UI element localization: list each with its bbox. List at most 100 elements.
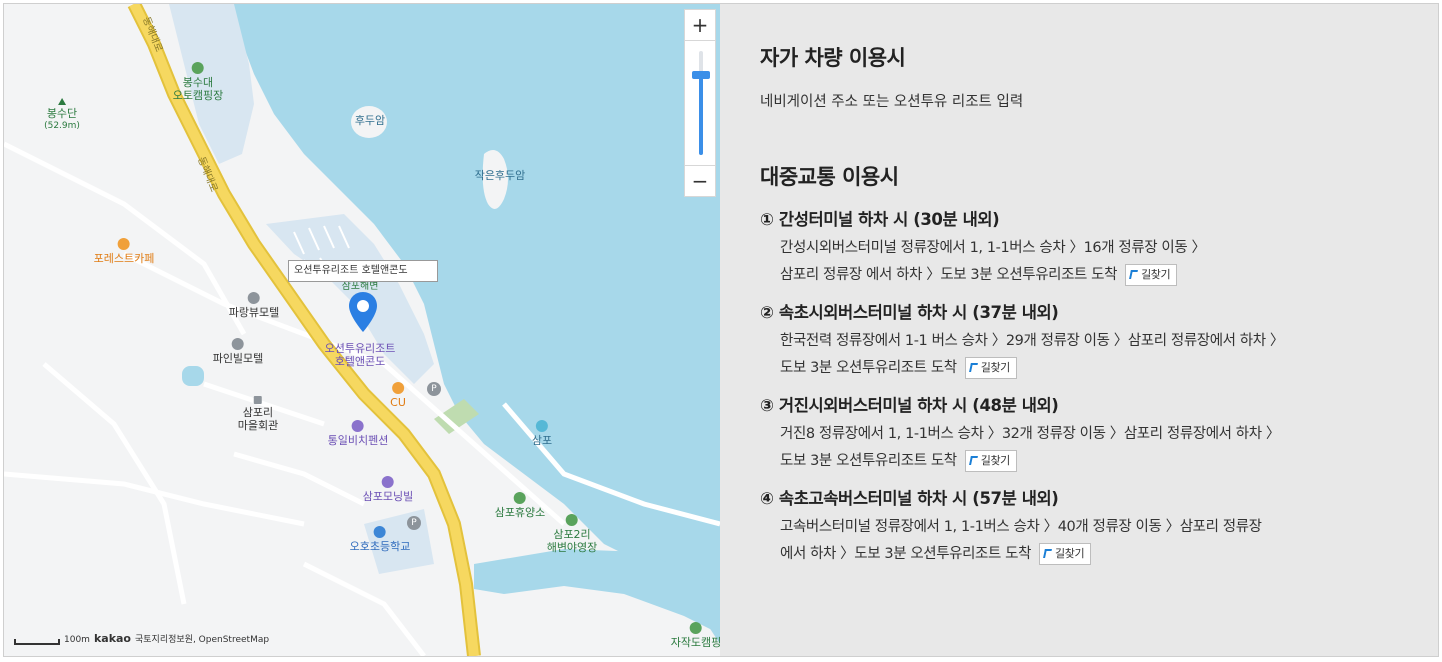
zoom-slider[interactable]: [684, 41, 716, 165]
poi-label: 작은후두암: [474, 169, 526, 182]
motel-icon: [231, 338, 244, 350]
route-title: ① 간성터미널 하차 시 (30분 내외): [760, 210, 1000, 229]
directions-icon: [968, 456, 978, 465]
directions-icon: [968, 363, 978, 372]
poi-label: 삼포리: [242, 406, 274, 419]
poi-bongsudan[interactable]: 봉수단 (52.9m): [44, 98, 80, 133]
route-item: ③ 거진시외버스터미널 하차 시 (48분 내외) 거진8 정류장에서 1, 1…: [760, 392, 1438, 475]
poi-sampo-resort[interactable]: 삼포휴양소: [494, 492, 546, 519]
route-line-1: 거진8 정류장에서 1, 1-1버스 승차 〉32개 정류장 이동 〉삼포리 정…: [780, 426, 1280, 442]
find-route-label: 길찾기: [1141, 268, 1171, 281]
poi-parangview-motel[interactable]: 파랑뷰모텔: [229, 292, 279, 319]
pond: [182, 366, 204, 386]
route-line-2: 도보 3분 오션투유리조트 도착 길찾기: [760, 355, 1438, 382]
poi-elevation: (52.9m): [44, 121, 80, 131]
poi-label: 삼포모닝빌: [362, 490, 414, 503]
find-route-button[interactable]: 길찾기: [1039, 543, 1092, 565]
poi-jajakdo-camping[interactable]: 자작도캠핑: [671, 622, 720, 649]
mountain-icon: [58, 98, 66, 105]
route-line-2: 도보 3분 오션투유리조트 도착 길찾기: [760, 448, 1438, 475]
poi-hudu-rock: 후두암: [355, 114, 385, 127]
zoom-in-button[interactable]: +: [684, 9, 716, 41]
poi-parking-1[interactable]: P: [427, 382, 441, 398]
find-route-button[interactable]: 길찾기: [964, 450, 1017, 472]
poi-label: 오션투유리조트: [324, 342, 396, 355]
poi-forest-cafe[interactable]: 포레스트카페: [93, 238, 155, 265]
zoom-level-fill: [699, 75, 703, 155]
poi-cu-store[interactable]: CU: [390, 382, 406, 409]
map-view[interactable]: 동해대로 동해대로 봉수대 오토캠핑장 봉수단 (52.9m) 후두암 작은후두…: [4, 4, 720, 656]
camping-icon: [689, 622, 702, 634]
location-pin-icon[interactable]: [349, 292, 377, 332]
map-attribution: 국토지리정보원, OpenStreetMap: [135, 635, 270, 645]
directions-panel: 자가 차량 이용시 네비게이션 주소 또는 오션투유 리조트 입력 대중교통 이…: [720, 4, 1438, 656]
directions-icon: [1129, 270, 1139, 279]
poi-oho-elementary[interactable]: 오호초등학교: [349, 526, 411, 553]
find-route-label: 길찾기: [980, 361, 1011, 374]
location-widget: 동해대로 동해대로 봉수대 오토캠핑장 봉수단 (52.9m) 후두암 작은후두…: [3, 3, 1439, 657]
zoom-slider-handle[interactable]: [692, 71, 710, 79]
poi-small-hudu-rock: 작은후두암: [475, 169, 526, 182]
route-line-2-text: 삼포리 정류장 에서 하차 〉도보 3분 오션투유리조트 도착: [780, 267, 1118, 283]
beach-icon: [536, 420, 548, 432]
poi-label: 삼포휴양소: [494, 506, 546, 519]
poi-ocean2u-resort[interactable]: 오션투유리조트 호텔앤콘도: [325, 342, 396, 368]
find-route-button[interactable]: 길찾기: [964, 357, 1017, 379]
car-section-title: 자가 차량 이용시: [760, 46, 906, 70]
camping-icon: [191, 62, 204, 74]
find-route-button[interactable]: 길찾기: [1125, 264, 1178, 286]
route-item: ② 속초시외버스터미널 하차 시 (37분 내외) 한국전력 정류장에서 1-1…: [760, 299, 1438, 382]
poi-label: 통일비치펜션: [327, 434, 389, 447]
poi-label: 자작도캠핑: [670, 636, 720, 649]
route-line-2: 삼포리 정류장 에서 하차 〉도보 3분 오션투유리조트 도착 길찾기: [760, 262, 1438, 289]
route-line-1: 고속버스터미널 정류장에서 1, 1-1버스 승차 〉40개 정류장 이동 〉삼…: [780, 519, 1262, 535]
motel-icon: [247, 292, 260, 304]
route-title: ④ 속초고속버스터미널 하차 시 (57분 내외): [760, 489, 1059, 508]
cafe-icon: [117, 238, 130, 250]
poi-label: 오호초등학교: [349, 540, 411, 553]
route-item: ④ 속초고속버스터미널 하차 시 (57분 내외) 고속버스터미널 정류장에서 …: [760, 485, 1438, 568]
poi-label-2: 오토캠핑장: [172, 89, 224, 102]
map-scale-attribution: 100m kakao 국토지리정보원, OpenStreetMap: [14, 632, 269, 645]
car-section-description: 네비게이션 주소 또는 오션투유 리조트 입력: [760, 94, 1024, 110]
route-title: ② 속초시외버스터미널 하차 시 (37분 내외): [760, 303, 1059, 322]
poi-label: 봉수단: [46, 107, 78, 120]
route-line-1: 간성시외버스터미널 정류장에서 1, 1-1버스 승차 〉16개 정류장 이동 …: [780, 240, 1206, 256]
camping-icon: [565, 514, 578, 526]
poi-label-2: 마을회관: [237, 419, 279, 432]
route-line-2-text: 에서 하차 〉도보 3분 오션투유리조트 도착: [780, 546, 1032, 562]
school-icon: [373, 526, 386, 538]
poi-sampori-hall[interactable]: 삼포리 마을회관: [238, 396, 278, 432]
poi-pinevill-motel[interactable]: 파인빌모텔: [212, 338, 264, 365]
transit-section-title: 대중교통 이용시: [760, 165, 899, 189]
poi-label: 포레스트카페: [93, 252, 155, 265]
route-item: ① 간성터미널 하차 시 (30분 내외) 간성시외버스터미널 정류장에서 1,…: [760, 206, 1438, 289]
poi-bongsudae-camping[interactable]: 봉수대 오토캠핑장: [172, 62, 224, 102]
convenience-store-icon: [391, 382, 404, 394]
sea-area: [226, 4, 720, 644]
scale-bar: [14, 639, 60, 645]
zoom-out-button[interactable]: −: [684, 165, 716, 197]
marker-label: 오션투유리조트 호텔앤콘도: [288, 260, 438, 282]
poi-label: 삼포: [531, 434, 553, 447]
route-line-2-text: 도보 3분 오션투유리조트 도착: [780, 360, 957, 376]
scale-label: 100m: [64, 635, 90, 645]
find-route-label: 길찾기: [1055, 547, 1085, 560]
poi-label: 후두암: [354, 114, 386, 127]
poi-tongil-pension[interactable]: 통일비치펜션: [327, 420, 389, 447]
poi-label: 파인빌모텔: [212, 352, 264, 365]
route-title: ③ 거진시외버스터미널 하차 시 (48분 내외): [760, 396, 1059, 415]
poi-sampo2ri-campsite[interactable]: 삼포2리 해변야영장: [547, 514, 597, 554]
parking-icon: P: [427, 382, 441, 396]
poi-sampo-beach[interactable]: 삼포: [532, 420, 552, 447]
route-line-2-text: 도보 3분 오션투유리조트 도착: [780, 453, 957, 469]
pension-icon: [351, 420, 364, 432]
find-route-label: 길찾기: [980, 454, 1011, 467]
poi-label: 삼포2리: [553, 528, 591, 541]
directions-icon: [1043, 549, 1052, 558]
poi-sampo-morningvill[interactable]: 삼포모닝빌: [362, 476, 414, 503]
poi-label-2: 호텔앤콘도: [334, 355, 386, 368]
kakao-logo[interactable]: kakao: [94, 632, 131, 645]
poi-label: CU: [390, 396, 406, 409]
route-line-1: 한국전력 정류장에서 1-1 버스 승차 〉29개 정류장 이동 〉삼포리 정류…: [780, 333, 1284, 349]
